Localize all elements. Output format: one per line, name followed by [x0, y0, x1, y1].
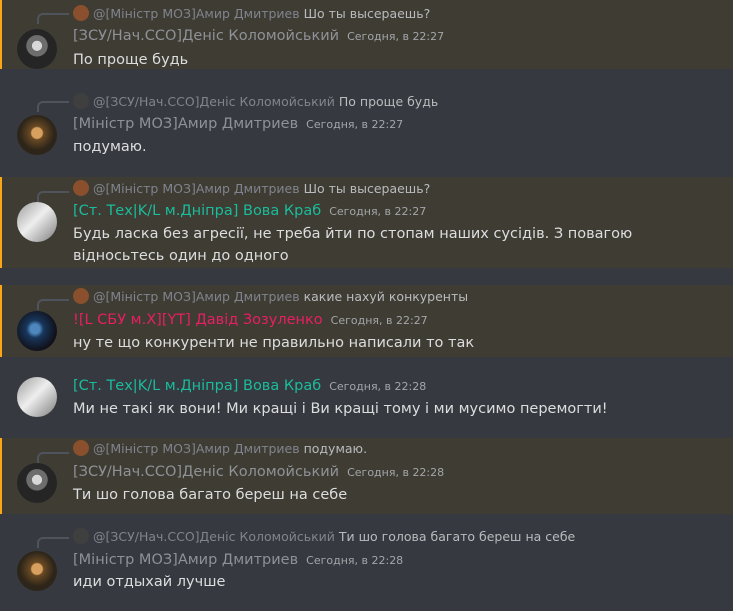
message-header: [ЗСУ/Нач.ССО]Деніс Коломойський Сегодня,… [73, 28, 444, 48]
reply-preview[interactable]: @[Міністр МОЗ]Амир Дмитриев Шо ты высера… [73, 5, 430, 21]
username[interactable]: [ЗСУ/Нач.ССО]Деніс Коломойський [73, 464, 339, 480]
message-content: иди отдыхай лучше [73, 574, 226, 590]
reply-avatar[interactable] [73, 528, 89, 544]
chat-message-list: @[Міністр МОЗ]Амир Дмитриев Шо ты высера… [0, 0, 733, 611]
timestamp: Сегодня, в 22:28 [329, 380, 427, 393]
username[interactable]: [Ст. Тех|K/L м.Дніпра] Вова Краб [73, 378, 321, 394]
avatar[interactable] [17, 463, 57, 503]
timestamp: Сегодня, в 22:28 [347, 466, 445, 479]
avatar[interactable] [17, 115, 57, 155]
reply-avatar[interactable] [73, 180, 89, 196]
username[interactable]: [Міністр МОЗ]Амир Дмитриев [73, 552, 298, 568]
message-content: Ти шо голова багато береш на себе [73, 487, 348, 503]
reply-spine [37, 537, 69, 548]
message-header: [Міністр МОЗ]Амир Дмитриев Сегодня, в 22… [73, 116, 403, 136]
timestamp: Сегодня, в 22:27 [306, 118, 404, 131]
reply-text[interactable]: подумаю. [304, 441, 367, 456]
avatar[interactable] [17, 202, 57, 242]
reply-spine [37, 452, 69, 463]
username[interactable]: [ЗСУ/Нач.ССО]Деніс Коломойський [73, 28, 339, 44]
reply-author[interactable]: @[Міністр МОЗ]Амир Дмитриев [93, 441, 300, 456]
reply-author[interactable]: @[ЗСУ/Нач.ССО]Деніс Коломойський [93, 529, 335, 544]
chat-message[interactable]: @[ЗСУ/Нач.ССО]Деніс Коломойський Ти шо г… [0, 524, 733, 611]
avatar[interactable] [17, 311, 57, 351]
reply-author[interactable]: @[ЗСУ/Нач.ССО]Деніс Коломойський [93, 94, 335, 109]
reply-preview[interactable]: @[Міністр МОЗ]Амир Дмитриев Шо ты высера… [73, 180, 430, 196]
reply-avatar[interactable] [73, 5, 89, 21]
reply-spine [37, 13, 69, 24]
chat-message[interactable]: @[ЗСУ/Нач.ССО]Деніс Коломойський По прощ… [0, 87, 733, 161]
message-header: [Міністр МОЗ]Амир Дмитриев Сегодня, в 22… [73, 552, 403, 572]
reply-preview[interactable]: @[Міністр МОЗ]Амир Дмитриев подумаю. [73, 440, 367, 456]
reply-text[interactable]: Шо ты высераешь? [304, 181, 431, 196]
reply-text[interactable]: Ти шо голова багато береш на себе [339, 529, 575, 544]
avatar[interactable] [17, 551, 57, 591]
message-content: Ми не такі як вони! Ми кращі і Ви кращі … [73, 401, 608, 417]
reply-text[interactable]: Шо ты высераешь? [304, 6, 431, 21]
avatar[interactable] [17, 29, 57, 69]
chat-message[interactable]: [Ст. Тех|K/L м.Дніпра] Вова Краб Сегодня… [0, 371, 733, 426]
reply-author[interactable]: @[Міністр МОЗ]Амир Дмитриев [93, 6, 300, 21]
message-header: ![L СБУ м.Х][YT] Давід Зозуленко Сегодня… [73, 312, 428, 332]
reply-preview[interactable]: @[ЗСУ/Нач.ССО]Деніс Коломойський По прощ… [73, 93, 438, 109]
reply-author[interactable]: @[Міністр МОЗ]Амир Дмитриев [93, 289, 300, 304]
reply-author[interactable]: @[Міністр МОЗ]Амир Дмитриев [93, 181, 300, 196]
chat-message[interactable]: @[Міністр МОЗ]Амир Дмитриев Шо ты высера… [0, 0, 733, 69]
timestamp: Сегодня, в 22:27 [347, 30, 445, 43]
message-header: [Ст. Тех|K/L м.Дніпра] Вова Краб Сегодня… [73, 203, 426, 223]
chat-message[interactable]: @[Міністр МОЗ]Амир Дмитриев Шо ты высера… [0, 177, 733, 268]
reply-preview[interactable]: @[Міністр МОЗ]Амир Дмитриев какие нахуй … [73, 288, 468, 304]
message-content: ну те що конкуренти не правильно написал… [73, 335, 475, 351]
reply-text[interactable]: какие нахуй конкуренты [304, 289, 469, 304]
reply-spine [37, 299, 69, 310]
chat-message[interactable]: @[Міністр МОЗ]Амир Дмитриев какие нахуй … [0, 285, 733, 357]
timestamp: Сегодня, в 22:27 [329, 205, 427, 218]
username[interactable]: ![L СБУ м.Х][YT] Давід Зозуленко [73, 312, 323, 328]
reply-avatar[interactable] [73, 93, 89, 109]
reply-avatar[interactable] [73, 288, 89, 304]
username[interactable]: [Міністр МОЗ]Амир Дмитриев [73, 116, 298, 132]
message-content: Будь ласка без агресії, не треба йти по … [73, 226, 633, 264]
timestamp: Сегодня, в 22:27 [330, 314, 428, 327]
reply-avatar[interactable] [73, 440, 89, 456]
avatar[interactable] [17, 377, 57, 417]
reply-preview[interactable]: @[ЗСУ/Нач.ССО]Деніс Коломойський Ти шо г… [73, 528, 575, 544]
message-header: [Ст. Тех|K/L м.Дніпра] Вова Краб Сегодня… [73, 378, 426, 398]
message-header: [ЗСУ/Нач.ССО]Деніс Коломойський Сегодня,… [73, 464, 444, 484]
chat-message[interactable]: @[Міністр МОЗ]Амир Дмитриев подумаю. [ЗС… [0, 438, 733, 514]
reply-spine [37, 101, 69, 112]
username[interactable]: [Ст. Тех|K/L м.Дніпра] Вова Краб [73, 203, 321, 219]
message-content: подумаю. [73, 139, 147, 155]
reply-text[interactable]: По проще будь [339, 94, 438, 109]
message-content: По проще будь [73, 52, 189, 68]
reply-spine [37, 191, 69, 202]
timestamp: Сегодня, в 22:28 [306, 554, 404, 567]
